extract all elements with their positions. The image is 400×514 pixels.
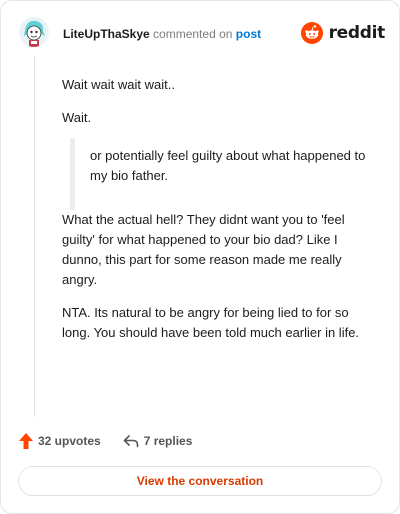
comment-body: Wait wait wait wait.. Wait. or potential… bbox=[62, 75, 380, 356]
author-line: LiteUpThaSkye commented on post bbox=[63, 27, 261, 41]
reply-arrow-icon bbox=[123, 435, 139, 448]
commented-on-text: commented on bbox=[153, 27, 233, 41]
quote-bar bbox=[70, 138, 75, 210]
upvote-count: 32 upvotes bbox=[38, 434, 101, 448]
comment-paragraph: Wait. bbox=[62, 110, 92, 125]
reddit-snoo-icon bbox=[300, 22, 323, 44]
avatar[interactable] bbox=[19, 17, 49, 47]
thread-line bbox=[34, 57, 35, 417]
reply-count: 7 replies bbox=[143, 434, 193, 448]
comment-header: LiteUpThaSkye commented on post reddit bbox=[19, 17, 385, 53]
view-conversation-button[interactable]: View the conversation bbox=[18, 466, 382, 496]
upvote-arrow-icon bbox=[19, 433, 33, 449]
quote-text: or potentially feel guilty about what ha… bbox=[90, 148, 366, 183]
comment-embed-card: LiteUpThaSkye commented on post reddit W… bbox=[0, 0, 400, 514]
reddit-wordmark: reddit bbox=[328, 23, 386, 43]
post-link[interactable]: post bbox=[236, 27, 261, 41]
upvote-action[interactable]: 32 upvotes bbox=[19, 433, 101, 449]
comment-actions: 32 upvotes 7 replies bbox=[19, 431, 192, 451]
comment-paragraph: Wait wait wait wait.. bbox=[62, 77, 175, 92]
author-name[interactable]: LiteUpThaSkye bbox=[63, 27, 150, 41]
replies-action[interactable]: 7 replies bbox=[123, 434, 193, 448]
comment-paragraph: What the actual hell? They didnt want yo… bbox=[62, 212, 345, 287]
comment-paragraph: NTA. Its natural to be angry for being l… bbox=[62, 305, 360, 340]
reddit-logo[interactable]: reddit bbox=[300, 19, 386, 47]
blockquote: or potentially feel guilty about what ha… bbox=[70, 138, 380, 210]
avatar-icon bbox=[19, 17, 49, 47]
